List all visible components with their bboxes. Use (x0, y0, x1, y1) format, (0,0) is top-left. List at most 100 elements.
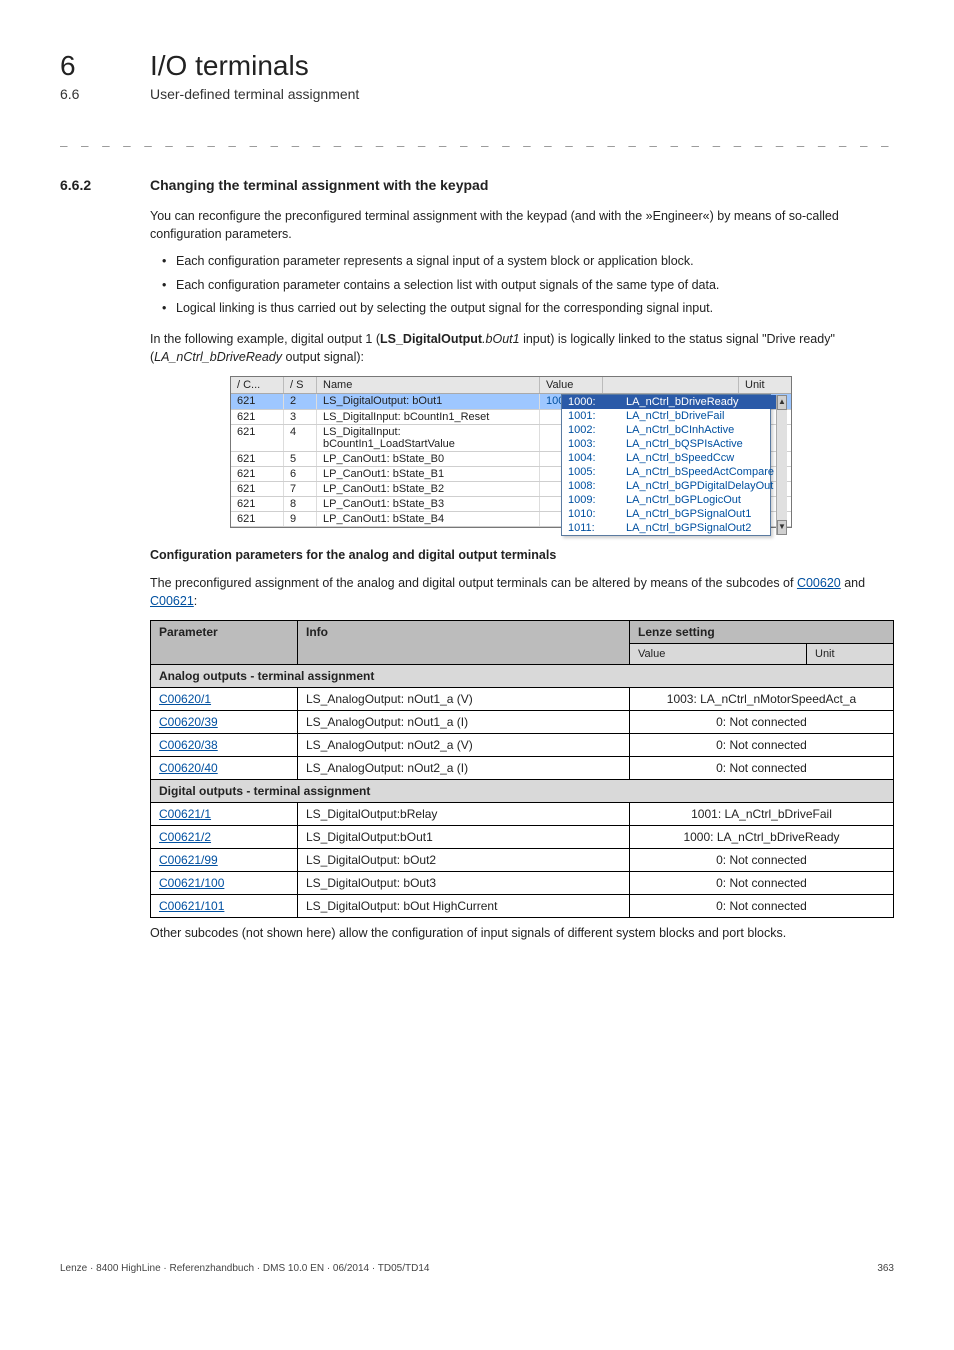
config-intro: The preconfigured assignment of the anal… (150, 574, 894, 610)
cell-s: 7 (284, 482, 317, 496)
param-info: LS_AnalogOutput: nOut1_a (V) (298, 688, 630, 711)
param-info: LS_DigitalOutput: bOut2 (298, 849, 630, 872)
cell-s: 6 (284, 467, 317, 481)
cell-s: 3 (284, 410, 317, 424)
param-info: LS_AnalogOutput: nOut2_a (V) (298, 734, 630, 757)
param-link[interactable]: C00621/99 (159, 853, 218, 867)
dropdown-item[interactable]: 1008:LA_nCtrl_bGPDigitalDelayOut (562, 479, 776, 493)
cell-name: LS_DigitalOutput: bOut1 (317, 394, 540, 409)
param-info: LS_AnalogOutput: nOut2_a (I) (298, 757, 630, 780)
table-row: C00620/39 LS_AnalogOutput: nOut1_a (I)0: … (151, 711, 894, 734)
param-link[interactable]: C00620/1 (159, 692, 211, 706)
param-setting: 0: Not connected (630, 734, 894, 757)
param-info: LS_DigitalOutput: bOut HighCurrent (298, 895, 630, 918)
bullet-item: Each configuration parameter contains a … (166, 277, 894, 295)
scroll-up-icon[interactable]: ▲ (777, 395, 787, 410)
table-group-row: Digital outputs - terminal assignment (151, 780, 894, 803)
cell-name: LP_CanOut1: bState_B3 (317, 497, 540, 511)
subsection-header: 6.6 User-defined terminal assignment (60, 86, 894, 102)
link-c00621[interactable]: C00621 (150, 594, 194, 608)
dropdown-item[interactable]: 1002:LA_nCtrl_bCInhActive (562, 423, 776, 437)
param-setting: 0: Not connected (630, 757, 894, 780)
cell-c: 621 (231, 497, 284, 511)
cell-c: 621 (231, 482, 284, 496)
bullet-list: Each configuration parameter represents … (150, 253, 894, 318)
param-link[interactable]: C00621/2 (159, 830, 211, 844)
section-header: 6.6.2 Changing the terminal assignment w… (60, 177, 894, 193)
param-setting: 1001: LA_nCtrl_bDriveFail (630, 803, 894, 826)
grid-header: / C... / S Name Value Unit (231, 377, 791, 394)
parameter-table: Parameter Info Lenze setting Value Unit … (150, 620, 894, 918)
dropdown-item[interactable]: 1010:LA_nCtrl_bGPSignalOut1 (562, 507, 776, 521)
table-row: C00620/40 LS_AnalogOutput: nOut2_a (I)0: … (151, 757, 894, 780)
th-setting: Lenze setting (630, 621, 894, 644)
cell-name: LP_CanOut1: bState_B0 (317, 452, 540, 466)
param-setting: 0: Not connected (630, 849, 894, 872)
signal-name: LA_nCtrl_bDriveReady (154, 350, 282, 364)
param-link[interactable]: C00621/1 (159, 807, 211, 821)
param-setting: 1003: LA_nCtrl_nMotorSpeedAct_a (630, 688, 894, 711)
param-info: LS_DigitalOutput:bRelay (298, 803, 630, 826)
section-number: 6.6.2 (60, 177, 120, 193)
footer-left: Lenze · 8400 HighLine · Referenzhandbuch… (60, 1263, 429, 1274)
col-name[interactable]: Name (317, 377, 540, 393)
table-row: C00621/1 LS_DigitalOutput:bRelay1001: LA_… (151, 803, 894, 826)
dropdown-item[interactable]: 1009:LA_nCtrl_bGPLogicOut (562, 493, 776, 507)
signal-dropdown[interactable]: 1000:LA_nCtrl_bDriveReady1001:LA_nCtrl_b… (561, 394, 771, 536)
param-setting: 0: Not connected (630, 711, 894, 734)
dropdown-item[interactable]: 1011:LA_nCtrl_bGPSignalOut2 (562, 521, 776, 535)
param-link[interactable]: C00620/38 (159, 738, 218, 752)
scroll-down-icon[interactable]: ▼ (777, 520, 787, 535)
dropdown-scrollbar[interactable]: ▲ ▼ (776, 395, 787, 535)
cell-name: LP_CanOut1: bState_B4 (317, 512, 540, 526)
bullet-item: Logical linking is thus carried out by s… (166, 300, 894, 318)
cell-name: LS_DigitalInput: bCountIn1_Reset (317, 410, 540, 424)
cell-name: LS_DigitalInput: bCountIn1_LoadStartValu… (317, 425, 540, 451)
param-link[interactable]: C00621/101 (159, 899, 224, 913)
cell-c: 621 (231, 452, 284, 466)
dropdown-item[interactable]: 1005:LA_nCtrl_bSpeedActCompare (562, 465, 776, 479)
subsection-number: 6.6 (60, 86, 120, 102)
section-title: Changing the terminal assignment with th… (150, 177, 488, 193)
col-value-ext (603, 377, 739, 393)
cell-c: 621 (231, 394, 284, 409)
th-info: Info (298, 621, 630, 665)
separator: _ _ _ _ _ _ _ _ _ _ _ _ _ _ _ _ _ _ _ _ … (60, 132, 894, 147)
dropdown-item[interactable]: 1004:LA_nCtrl_bSpeedCcw (562, 451, 776, 465)
col-c[interactable]: / C... (231, 377, 284, 393)
param-info: LS_DigitalOutput:bOut1 (298, 826, 630, 849)
param-link[interactable]: C00620/40 (159, 761, 218, 775)
param-info: LS_AnalogOutput: nOut1_a (I) (298, 711, 630, 734)
table-row: C00621/2LS_DigitalOutput:bOut11000: LA_n… (151, 826, 894, 849)
subsection-title: User-defined terminal assignment (150, 86, 359, 102)
cell-c: 621 (231, 410, 284, 424)
intro-paragraph: You can reconfigure the preconfigured te… (150, 207, 894, 243)
col-unit[interactable]: Unit (739, 377, 791, 393)
col-value[interactable]: Value (540, 377, 603, 393)
cell-s: 4 (284, 425, 317, 451)
page-footer: Lenze · 8400 HighLine · Referenzhandbuch… (60, 1263, 894, 1274)
cell-s: 5 (284, 452, 317, 466)
config-heading: Configuration parameters for the analog … (150, 546, 894, 564)
after-table-note: Other subcodes (not shown here) allow th… (150, 924, 894, 942)
param-info: LS_DigitalOutput: bOut3 (298, 872, 630, 895)
param-setting: 0: Not connected (630, 895, 894, 918)
param-link[interactable]: C00621/100 (159, 876, 224, 890)
col-s[interactable]: / S (284, 377, 317, 393)
param-link[interactable]: C00620/39 (159, 715, 218, 729)
table-row: C00621/101 LS_DigitalOutput: bOut HighCur… (151, 895, 894, 918)
chapter-number: 6 (60, 50, 120, 82)
link-c00620[interactable]: C00620 (797, 576, 841, 590)
dropdown-item[interactable]: 1001:LA_nCtrl_bDriveFail (562, 409, 776, 423)
dropdown-item[interactable]: 1000:LA_nCtrl_bDriveReady (562, 395, 776, 409)
cell-s: 2 (284, 394, 317, 409)
table-group-row: Analog outputs - terminal assignment (151, 665, 894, 688)
table-row: C00620/38 LS_AnalogOutput: nOut2_a (V)0: … (151, 734, 894, 757)
cell-name: LP_CanOut1: bState_B2 (317, 482, 540, 496)
footer-page-number: 363 (877, 1263, 894, 1274)
th-value: Value (630, 644, 807, 665)
th-parameter: Parameter (151, 621, 298, 665)
table-body: Analog outputs - terminal assignment C006… (151, 665, 894, 918)
cell-c: 621 (231, 425, 284, 451)
dropdown-item[interactable]: 1003:LA_nCtrl_bQSPIsActive (562, 437, 776, 451)
